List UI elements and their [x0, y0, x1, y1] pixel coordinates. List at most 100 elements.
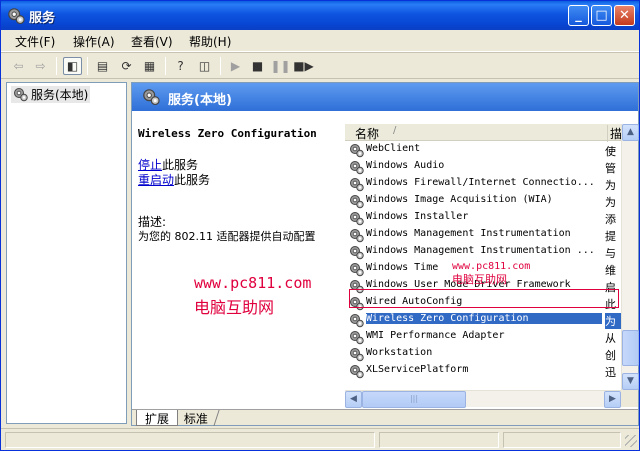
service-row[interactable]: Windows Firewall/Internet Connectio... 为 [345, 176, 621, 193]
description-text: 为您的 802.11 适配器提供自动配置 [138, 230, 316, 243]
stop-service-icon[interactable]: ■ [248, 57, 267, 75]
service-description: 从 [605, 332, 616, 345]
close-button[interactable]: ✕ [614, 5, 635, 26]
selected-service-name: Wireless Zero Configuration [138, 127, 317, 140]
panel-title: 服务(本地) [168, 93, 232, 108]
service-description: 迅 [605, 366, 616, 379]
title-bar[interactable]: 服务 _ □ ✕ [1, 1, 639, 30]
scroll-down-button[interactable]: ▼ [622, 373, 639, 390]
scroll-left-button[interactable]: ◀ [345, 391, 362, 408]
status-cell-3 [503, 432, 621, 448]
service-row-selected[interactable]: Wireless Zero Configuration 为 [345, 312, 621, 329]
resize-grip[interactable] [625, 435, 637, 447]
service-row[interactable]: Windows Audio 管 [345, 159, 621, 176]
start-service-icon[interactable]: ▶ [226, 57, 245, 75]
view-tabs: 扩展 标准 [132, 409, 638, 426]
service-row[interactable]: Windows Installer 添 [345, 210, 621, 227]
watermark-url: www.pc811.com [194, 274, 312, 292]
minimize-button[interactable]: _ [568, 5, 589, 26]
service-row[interactable]: WMI Performance Adapter 从 [345, 329, 621, 346]
service-name: Windows Firewall/Internet Connectio... [366, 177, 595, 188]
service-gear-icon [350, 365, 364, 379]
tree-item-services-local[interactable]: 服务(本地) [11, 86, 91, 103]
restart-service-link[interactable]: 重启动 [138, 173, 174, 187]
services-panel: 服务(本地) Wireless Zero Configuration 停止此服务… [131, 82, 639, 426]
tab-extended[interactable]: 扩展 [136, 410, 179, 426]
service-row[interactable]: Windows Management Instrumentation ... 与 [345, 244, 621, 261]
list-header: 名称 / 描 [345, 124, 621, 142]
help-icon[interactable]: ? [171, 57, 190, 75]
restart-service-icon[interactable]: ■▶ [293, 57, 314, 75]
restart-suffix: 此服务 [174, 173, 211, 187]
service-description: 启 [605, 281, 616, 294]
service-name: Windows Image Acquisition (WIA) [366, 194, 553, 205]
service-gear-icon [350, 161, 364, 175]
tab-standard[interactable]: 标准 [173, 410, 220, 426]
column-header-name[interactable]: 名称 [355, 125, 379, 142]
tab-standard-label: 标准 [183, 412, 208, 426]
service-row[interactable]: Wired AutoConfig 此 [345, 295, 621, 312]
scroll-up-button[interactable]: ▲ [622, 124, 639, 141]
services-gear-icon [143, 89, 160, 106]
scroll-right-button[interactable]: ▶ [604, 391, 621, 408]
service-row[interactable]: XLServicePlatform 迅 [345, 363, 621, 380]
pause-service-icon[interactable]: ❚❚ [270, 57, 290, 75]
menu-bar: 文件(F) 操作(A) 查看(V) 帮助(H) [1, 30, 639, 52]
service-row[interactable]: Windows Management Instrumentation 提 [345, 227, 621, 244]
service-name: Windows Installer [366, 211, 469, 222]
export-list-icon[interactable]: ▦ [140, 57, 159, 75]
service-detail: Wireless Zero Configuration 停止此服务 重启动此服务… [132, 111, 342, 409]
service-name: WebClient [366, 143, 421, 154]
menu-file[interactable]: 文件(F) [15, 33, 55, 50]
status-cell-2 [379, 432, 499, 448]
service-gear-icon [350, 314, 364, 328]
watermark-site-name: 电脑互助网 [194, 298, 275, 317]
service-gear-icon [350, 229, 364, 243]
properties-icon[interactable]: ▤ [93, 57, 112, 75]
service-description: 创 [605, 349, 616, 362]
service-name: XLServicePlatform [366, 364, 469, 375]
service-name: Wired AutoConfig [366, 296, 463, 307]
service-gear-icon [350, 280, 364, 294]
service-name: Windows Audio [366, 160, 445, 171]
watermark-site-name-small: 电脑互助网 [452, 273, 507, 286]
service-name: Wireless Zero Configuration [366, 313, 602, 324]
vertical-scrollbar[interactable]: ▲ ▼ [621, 124, 639, 390]
service-description: 此 [605, 298, 616, 311]
service-description: 为 [605, 313, 621, 329]
scroll-corner [621, 390, 638, 407]
stop-suffix: 此服务 [162, 158, 199, 172]
service-gear-icon [350, 178, 364, 192]
forward-arrow-icon[interactable]: ⇨ [31, 57, 50, 75]
service-description: 维 [605, 264, 616, 277]
action-pane-icon[interactable]: ◫ [195, 57, 214, 75]
service-row[interactable]: WebClient 使 [345, 142, 621, 159]
vertical-scroll-thumb[interactable] [622, 330, 639, 366]
services-window: 服务 _ □ ✕ 文件(F) 操作(A) 查看(V) 帮助(H) ⇦ ⇨ ◧ ▤… [0, 0, 640, 451]
service-row[interactable]: Workstation 创 [345, 346, 621, 363]
maximize-button[interactable]: □ [591, 5, 612, 26]
horizontal-scroll-thumb[interactable]: ||| [362, 391, 466, 408]
horizontal-scrollbar[interactable]: ◀ ||| ▶ [345, 390, 621, 408]
show-hide-tree-icon[interactable]: ◧ [63, 57, 82, 75]
service-gear-icon [350, 144, 364, 158]
service-name: Windows Management Instrumentation [366, 228, 571, 239]
refresh-icon[interactable]: ⟳ [117, 57, 136, 75]
services-gear-icon [14, 88, 28, 102]
service-description: 与 [605, 247, 616, 260]
back-arrow-icon[interactable]: ⇦ [9, 57, 28, 75]
service-gear-icon [350, 212, 364, 226]
service-description: 添 [605, 213, 616, 226]
service-gear-icon [350, 195, 364, 209]
restart-service-row: 重启动此服务 [138, 171, 210, 188]
menu-action[interactable]: 操作(A) [73, 33, 115, 50]
column-header-description[interactable]: 描 [607, 125, 621, 142]
service-description: 使 [605, 145, 616, 158]
tree-item-label: 服务(本地) [31, 88, 89, 102]
menu-help[interactable]: 帮助(H) [189, 33, 231, 50]
menu-view[interactable]: 查看(V) [131, 33, 173, 50]
stop-service-link[interactable]: 停止 [138, 158, 162, 172]
service-row[interactable]: Windows Image Acquisition (WIA) 为 [345, 193, 621, 210]
service-gear-icon [350, 246, 364, 260]
services-gear-icon [8, 8, 25, 25]
